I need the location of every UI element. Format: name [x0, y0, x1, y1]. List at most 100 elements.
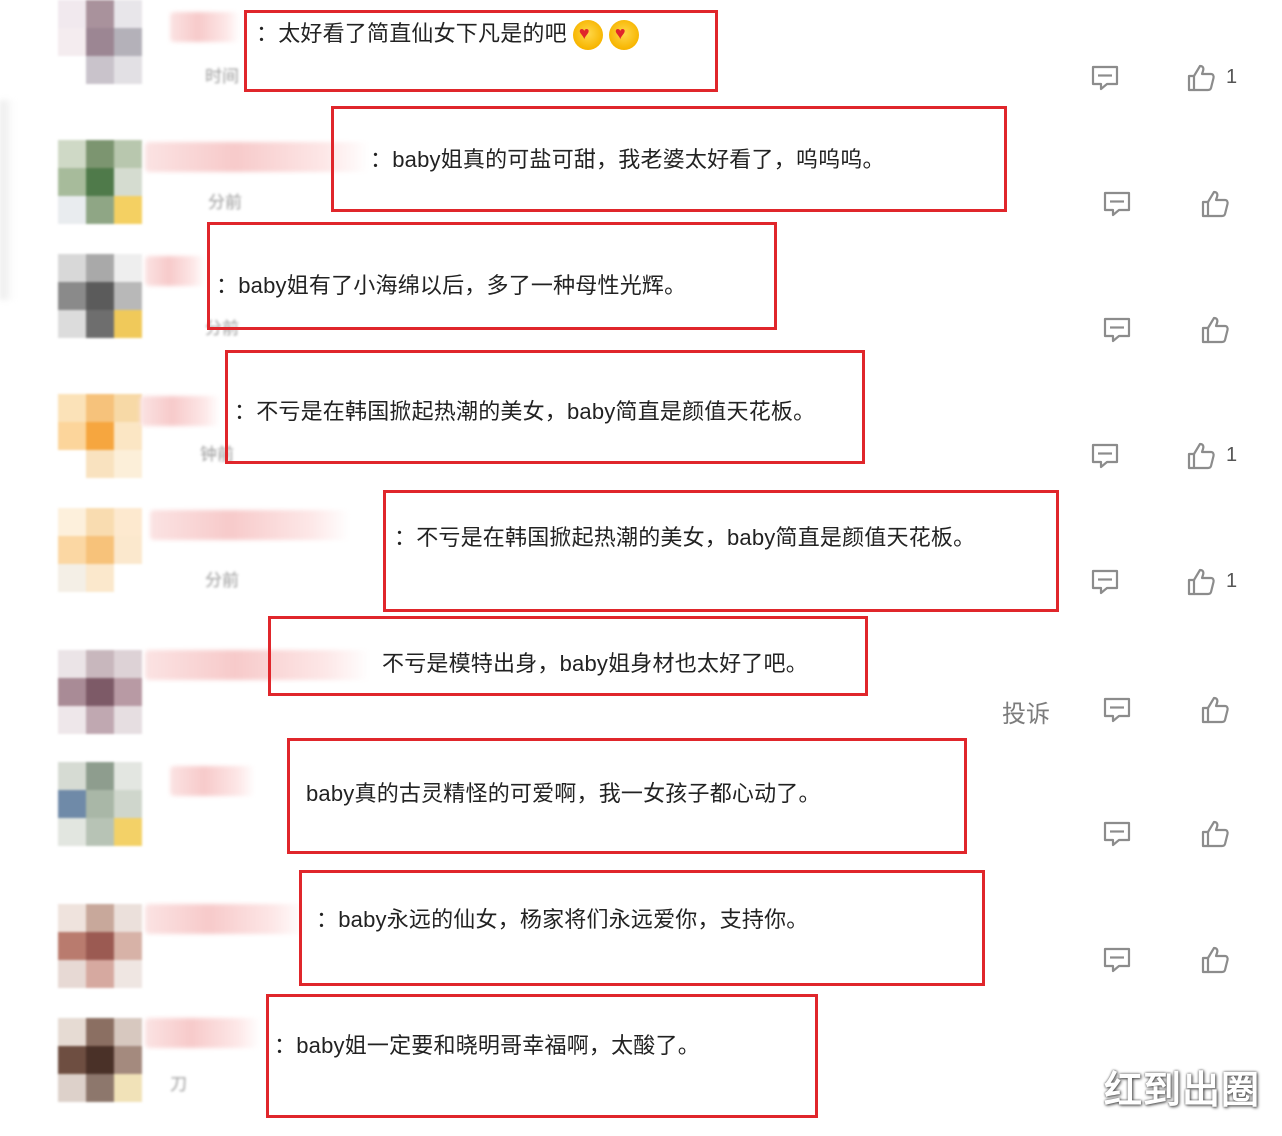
- reply-icon[interactable]: [1102, 189, 1132, 219]
- avatar-pixel: [114, 282, 142, 310]
- avatar-pixel: [86, 168, 114, 196]
- comment-time: 刀: [170, 1075, 187, 1094]
- thumbs-up-icon[interactable]: [1200, 695, 1230, 725]
- avatar-pixel: [114, 790, 142, 818]
- username-blurred[interactable]: [140, 396, 220, 426]
- avatar-pixel: [58, 960, 86, 988]
- avatar-pixel: [58, 1074, 86, 1102]
- avatar-pixel: [58, 1018, 86, 1046]
- like-count: 1: [1226, 66, 1238, 88]
- thumbs-up-icon[interactable]: [1186, 63, 1216, 93]
- thumbs-up-icon[interactable]: [1200, 945, 1230, 975]
- thumbs-up-icon[interactable]: [1200, 315, 1230, 345]
- comment-text: baby真的古灵精怪的可爱啊，我一女孩子都心动了。: [306, 776, 821, 808]
- avatar-pixel: [86, 422, 114, 450]
- avatar-pixel: [58, 254, 86, 282]
- report-link[interactable]: 投诉: [1002, 694, 1050, 729]
- comment-text: ：baby永远的仙女，杨家将们永远爱你，支持你。: [316, 902, 809, 934]
- avatar[interactable]: [58, 904, 142, 988]
- avatar[interactable]: [58, 1018, 142, 1102]
- avatar-pixel: [58, 678, 86, 706]
- reply-icon[interactable]: [1102, 315, 1132, 345]
- heart-eyes-emoji-icon: [572, 20, 603, 51]
- avatar-pixel: [86, 678, 114, 706]
- comment-time: 分前: [208, 193, 242, 212]
- avatar-pixel: [114, 904, 142, 932]
- avatar-pixel: [114, 254, 142, 282]
- reply-icon[interactable]: [1102, 945, 1132, 975]
- avatar[interactable]: [58, 508, 142, 592]
- avatar-pixel: [114, 140, 142, 168]
- reply-icon[interactable]: [1090, 567, 1120, 597]
- comment-text: ：baby姐有了小海绵以后，多了一种母性光辉。: [216, 268, 686, 300]
- avatar-pixel: [58, 450, 86, 478]
- avatar-pixel: [86, 762, 114, 790]
- avatar-pixel: [86, 310, 114, 338]
- avatar-pixel: [86, 0, 114, 28]
- reply-icon[interactable]: [1102, 695, 1132, 725]
- thumbs-up-icon[interactable]: [1200, 189, 1230, 219]
- avatar-pixel: [58, 422, 86, 450]
- avatar-pixel: [114, 310, 142, 338]
- thumbs-up-icon[interactable]: [1186, 567, 1216, 597]
- avatar-pixel: [86, 706, 114, 734]
- reply-icon[interactable]: [1090, 63, 1120, 93]
- heart-eyes-emoji-icon: [608, 20, 639, 51]
- avatar-pixel: [86, 536, 114, 564]
- comment-text: 不亏是模特出身，baby姐身材也太好了吧。: [382, 646, 808, 678]
- like-count: 1: [1226, 444, 1238, 466]
- comment-text-content: ：太好看了简直仙女下凡是的吧: [256, 21, 567, 46]
- thumbs-up-icon[interactable]: [1186, 441, 1216, 471]
- avatar-pixel: [86, 508, 114, 536]
- avatar-pixel: [86, 196, 114, 224]
- avatar[interactable]: [58, 762, 142, 846]
- comment-text-content: ：baby姐有了小海绵以后，多了一种母性光辉。: [216, 273, 687, 298]
- avatar-pixel: [114, 678, 142, 706]
- comment-text: ：太好看了简直仙女下凡是的吧: [256, 16, 639, 51]
- thumbs-up-icon[interactable]: [1200, 819, 1230, 849]
- comment-time: 分前: [205, 571, 239, 590]
- comment-text-content: 不亏是模特出身，baby姐身材也太好了吧。: [382, 651, 808, 676]
- comment-text-content: baby真的古灵精怪的可爱啊，我一女孩子都心动了。: [306, 781, 821, 806]
- avatar-pixel: [58, 564, 86, 592]
- avatar-pixel: [58, 0, 86, 28]
- avatar-pixel: [86, 818, 114, 846]
- avatar-pixel: [58, 650, 86, 678]
- avatar[interactable]: [58, 394, 142, 478]
- avatar-pixel: [114, 1046, 142, 1074]
- username-blurred[interactable]: [170, 766, 255, 796]
- reply-icon[interactable]: [1102, 819, 1132, 849]
- avatar[interactable]: [58, 650, 142, 734]
- avatar-pixel: [114, 28, 142, 56]
- avatar-pixel: [86, 28, 114, 56]
- avatar-pixel: [58, 56, 86, 84]
- avatar-pixel: [86, 254, 114, 282]
- comment-text: ：不亏是在韩国掀起热潮的美女，baby简直是颜值天花板。: [234, 394, 815, 426]
- username-blurred[interactable]: [145, 1018, 260, 1048]
- reply-icon[interactable]: [1090, 441, 1120, 471]
- avatar-pixel: [86, 1018, 114, 1046]
- avatar[interactable]: [58, 140, 142, 224]
- avatar-pixel: [86, 790, 114, 818]
- comment-text-content: ：baby姐真的可盐可甜，我老婆太好看了，呜呜呜。: [370, 147, 885, 172]
- avatar-pixel: [114, 508, 142, 536]
- username-blurred[interactable]: [150, 510, 350, 540]
- comment-text: ：不亏是在韩国掀起热潮的美女，baby简直是颜值天花板。: [394, 520, 975, 552]
- avatar-pixel: [58, 196, 86, 224]
- avatar-pixel: [58, 310, 86, 338]
- watermark: 红到出圈: [1103, 1070, 1260, 1112]
- avatar-pixel: [114, 422, 142, 450]
- comment-text-content: ：baby永远的仙女，杨家将们永远爱你，支持你。: [316, 907, 809, 932]
- avatar-pixel: [86, 140, 114, 168]
- avatar[interactable]: [58, 0, 142, 84]
- avatar-pixel: [58, 762, 86, 790]
- avatar-pixel: [114, 56, 142, 84]
- avatar-pixel: [58, 932, 86, 960]
- avatar-pixel: [86, 904, 114, 932]
- username-blurred[interactable]: [170, 12, 240, 42]
- username-blurred[interactable]: [145, 904, 305, 934]
- avatar[interactable]: [58, 254, 142, 338]
- avatar-pixel: [114, 536, 142, 564]
- avatar-pixel: [58, 282, 86, 310]
- username-blurred[interactable]: [145, 256, 205, 286]
